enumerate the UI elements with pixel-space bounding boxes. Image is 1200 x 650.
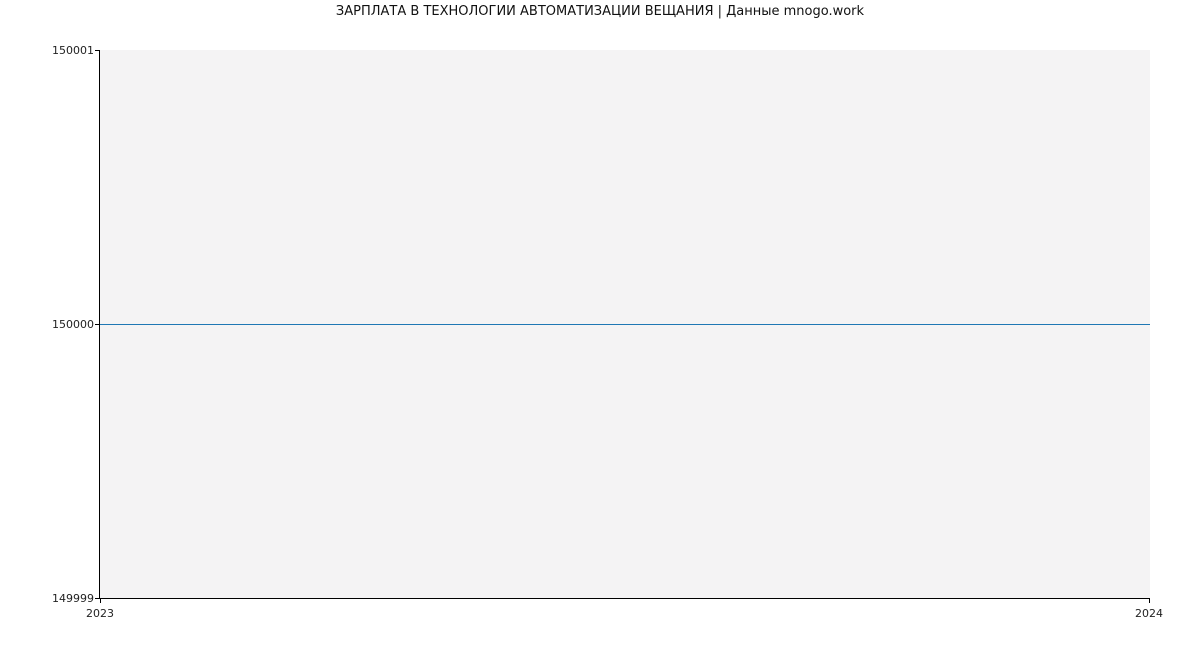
chart-title: ЗАРПЛАТА В ТЕХНОЛОГИИ АВТОМАТИЗАЦИИ ВЕЩА…	[0, 4, 1200, 19]
xtick-label: 2024	[1135, 607, 1163, 620]
ytick-mark	[95, 50, 100, 51]
x-axis-spine	[100, 598, 1150, 599]
series-line	[100, 324, 1150, 325]
xtick-label: 2023	[86, 607, 114, 620]
xtick-mark	[1149, 598, 1150, 603]
ytick-label: 150000	[14, 318, 94, 331]
chart-figure: ЗАРПЛАТА В ТЕХНОЛОГИИ АВТОМАТИЗАЦИИ ВЕЩА…	[0, 0, 1200, 650]
ytick-label: 150001	[14, 44, 94, 57]
xtick-mark	[100, 598, 101, 603]
ytick-label: 149999	[14, 592, 94, 605]
